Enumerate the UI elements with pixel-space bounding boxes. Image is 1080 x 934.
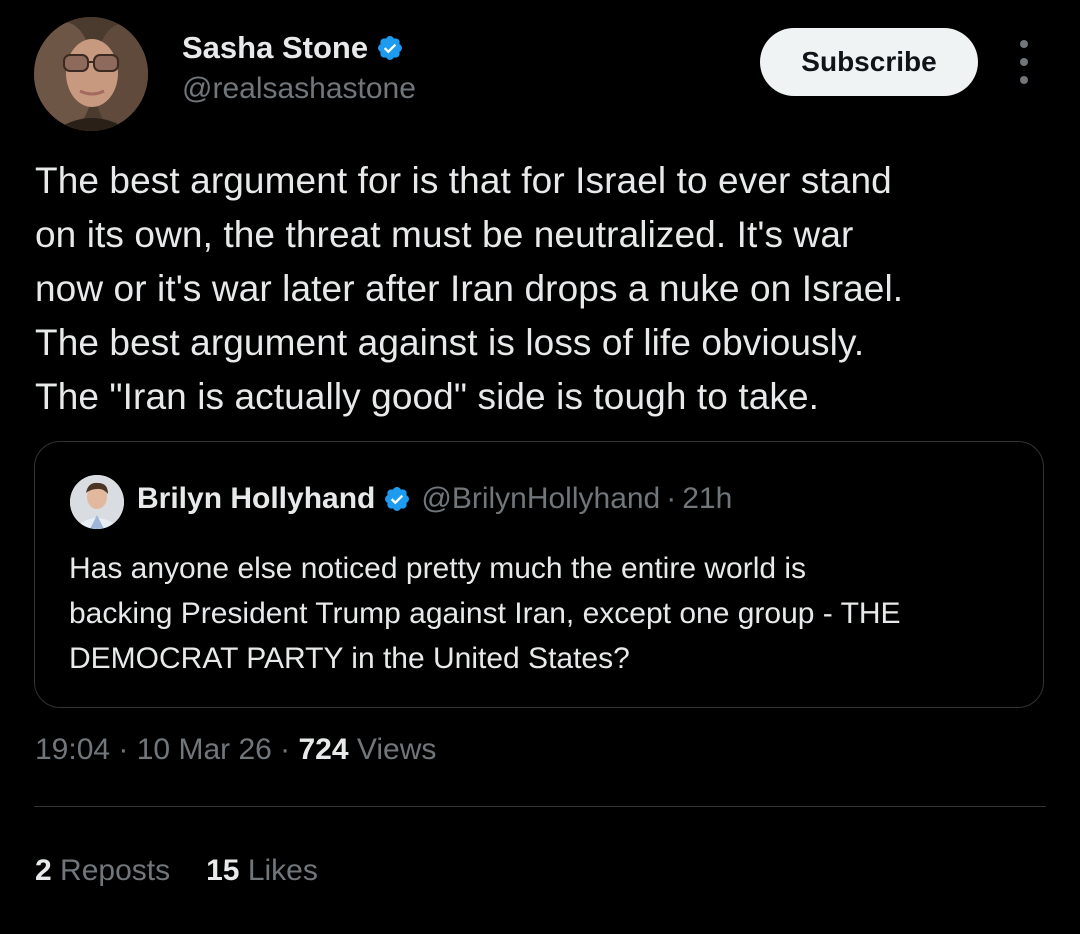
- author-handle[interactable]: @realsashastone: [182, 72, 416, 106]
- likes-count: 15: [206, 854, 240, 887]
- more-dot: [1020, 58, 1028, 66]
- more-dot: [1020, 76, 1028, 84]
- meta-separator: ·: [110, 733, 137, 766]
- tweet-meta: 19:04 · 10 Mar 26 · 724 Views: [35, 733, 436, 767]
- divider: [34, 806, 1046, 807]
- author-avatar[interactable]: [34, 17, 148, 131]
- views-label: Views: [356, 733, 437, 766]
- tweet-text: The best argument for is that for Israel…: [35, 160, 904, 417]
- quote-author-name[interactable]: Brilyn Hollyhand: [137, 482, 375, 516]
- verified-badge-icon: [385, 487, 410, 511]
- tweet-date[interactable]: 10 Mar 26: [137, 733, 272, 766]
- more-vertical-icon[interactable]: [1010, 40, 1038, 84]
- quote-author-handle[interactable]: @BrilynHollyhand: [421, 482, 660, 516]
- reposts-label: Reposts: [60, 854, 171, 887]
- meta-separator: ·: [271, 733, 299, 766]
- reposts-stat[interactable]: 2 Reposts: [35, 854, 170, 888]
- author-avatar-image: [34, 17, 148, 131]
- author-name-row[interactable]: Sasha Stone: [182, 30, 404, 66]
- quote-avatar-image: [70, 475, 124, 529]
- quote-tweet-card[interactable]: Brilyn Hollyhand @BrilynHollyhand · 21h …: [34, 441, 1044, 708]
- author-name[interactable]: Sasha Stone: [182, 30, 368, 66]
- verified-badge-icon: [378, 36, 403, 60]
- more-dot: [1020, 40, 1028, 48]
- views-count: 724: [298, 733, 349, 766]
- quote-separator: ·: [666, 482, 677, 515]
- likes-stat[interactable]: 15 Likes: [206, 854, 318, 888]
- engagement-stats: 2 Reposts 15 Likes: [35, 854, 318, 888]
- subscribe-button[interactable]: Subscribe: [760, 28, 978, 96]
- quote-tweet-text: Has anyone else noticed pretty much the …: [69, 552, 901, 675]
- tweet-detail: Sasha Stone @realsashastone Subscribe Th…: [0, 0, 1080, 934]
- quote-header: Brilyn Hollyhand @BrilynHollyhand · 21h: [137, 482, 732, 516]
- quote-timestamp[interactable]: 21h: [682, 482, 732, 516]
- likes-label: Likes: [247, 854, 318, 887]
- reposts-count: 2: [35, 854, 52, 887]
- quote-author-avatar[interactable]: [70, 475, 124, 529]
- tweet-time[interactable]: 19:04: [35, 733, 110, 766]
